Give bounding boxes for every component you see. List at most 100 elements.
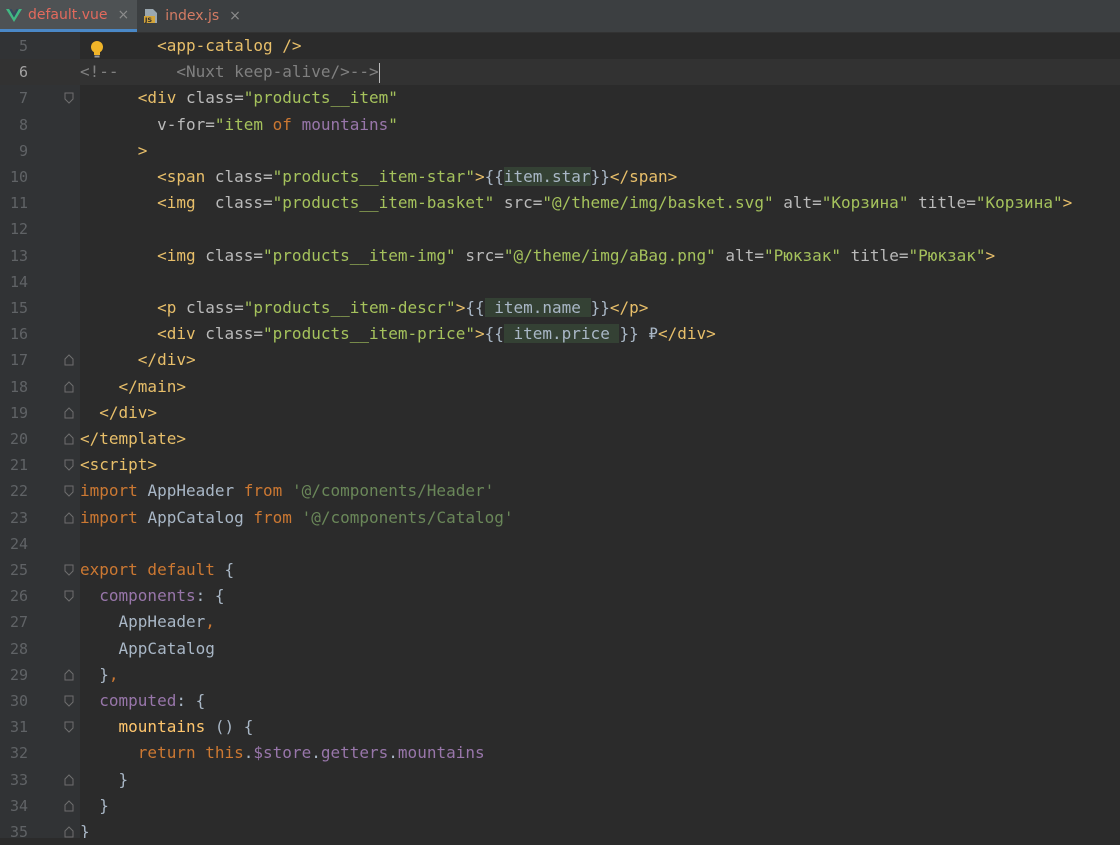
code-line[interactable]: 28 AppCatalog [0,636,1120,662]
code-line[interactable]: 31 mountains () { [0,714,1120,740]
code-line[interactable]: 5 <app-catalog /> [0,33,1120,59]
line-number: 16 [9,325,28,344]
code-token: > [455,298,466,317]
fold-marker-icon[interactable] [64,800,74,812]
tab-label: default.vue [28,6,108,23]
code-token: </main> [118,376,186,396]
code-line[interactable]: 26 components: { [0,583,1120,609]
code-line[interactable]: 6 <!-- <Nuxt keep-alive/>--> [0,59,1120,86]
code-line[interactable]: 33 } [0,767,1120,793]
code-token: star [552,167,591,186]
code-line[interactable]: 20 </template> [0,426,1120,452]
fold-marker-icon[interactable] [64,773,74,786]
code-line[interactable]: 27 AppHeader, [0,609,1120,635]
fold-marker-icon[interactable] [64,459,74,471]
code-line[interactable]: 10 <span class="products__item-star">{{i… [0,164,1120,190]
close-icon[interactable]: × [117,7,129,23]
fold-marker-icon[interactable] [64,826,74,838]
code-token: , [108,664,119,684]
code-token: of [272,114,292,134]
line-number: 34 [9,796,28,815]
code-line[interactable]: 30 computed: { [0,688,1120,714]
code-line[interactable]: 13 <img class="products__item-img" src="… [0,243,1120,269]
line-number: 10 [9,168,28,186]
line-number: 30 [9,692,28,710]
tab-default-vue[interactable]: default.vue × [0,0,138,32]
code-token: export default [80,560,225,579]
fold-marker-icon[interactable] [64,380,74,393]
fold-marker-icon[interactable] [64,485,74,498]
code-text: import AppHeader from '@/components/Head… [80,478,494,504]
code-token: getters [320,743,389,763]
code-token: "Рюкзак" [763,245,842,265]
code-token: <p [157,298,186,317]
code-token: '@/components/Catalog' [301,507,514,527]
code-line[interactable]: 12 [0,216,1120,242]
code-token: $store [253,743,312,763]
code-text: <script> [80,452,157,478]
code-token: }} [590,167,610,186]
code-token: </span> [609,167,678,186]
code-line[interactable]: 8 v-for="item of mountains" [0,112,1120,138]
code-text: > [80,138,148,164]
code-line[interactable]: 19 </div> [0,400,1120,426]
code-line[interactable]: 18 </main> [0,374,1120,400]
close-icon[interactable]: × [229,8,241,24]
code-line[interactable]: 16 <div class="products__item-price">{{ … [0,321,1120,347]
line-number: 21 [9,456,28,475]
line-number: 11 [9,194,28,213]
code-token: mountains [118,717,215,737]
code-line[interactable]: 29 }, [0,662,1120,688]
code-line[interactable]: 17 </div> [0,347,1120,373]
code-token: return this [137,743,244,763]
fold-marker-icon[interactable] [64,669,74,681]
fold-marker-icon[interactable] [64,695,74,707]
fold-marker-icon[interactable] [64,721,74,733]
code-token: } [99,795,109,815]
code-line[interactable]: 34 } [0,793,1120,819]
code-line[interactable]: 32 return this.$store.getters.mountains [0,740,1120,766]
fold-marker-icon[interactable] [64,92,74,105]
code-token: <app-catalog /> [157,36,302,55]
code-token: " [388,114,398,134]
tab-index-js[interactable]: JS index.js × [137,0,249,32]
code-text: </div> [80,400,157,426]
code-line[interactable]: 9 > [0,138,1120,164]
code-line[interactable]: 24 [0,531,1120,557]
code-token: "Корзина" [821,193,909,213]
code-token: <div [137,88,186,108]
line-number: 24 [9,534,28,553]
code-line[interactable]: 25 export default { [0,557,1120,583]
code-line[interactable]: 15 <p class="products__item-descr">{{ it… [0,295,1120,321]
code-token: . [311,743,321,763]
line-number: 20 [9,430,28,448]
line-number: 7 [18,89,28,108]
code-token: <img [157,245,206,265]
editor-tab-bar: default.vue × JS index.js × [0,0,1120,33]
fold-marker-icon[interactable] [64,511,74,524]
line-number: 23 [9,508,28,527]
code-line[interactable]: 7 <div class="products__item" [0,85,1120,111]
horizontal-scrollbar[interactable] [0,838,1120,844]
fold-marker-icon[interactable] [64,590,74,602]
code-line[interactable]: 21 <script> [0,452,1120,478]
code-token: }} [590,298,610,317]
code-line[interactable]: 11 <img class="products__item-basket" sr… [0,190,1120,216]
fold-marker-icon[interactable] [64,433,74,445]
code-text: export default { [80,557,234,583]
code-line[interactable]: 22 import AppHeader from '@/components/He… [0,478,1120,504]
fold-marker-icon[interactable] [64,354,74,366]
fold-marker-icon[interactable] [64,564,74,576]
line-number: 32 [9,744,28,763]
code-line[interactable]: 23 import AppCatalog from '@/components/C… [0,505,1120,531]
code-editor[interactable]: 5 <app-catalog /> 6 <!-- <Nuxt keep-alive/… [0,33,1120,844]
fold-marker-icon[interactable] [64,407,74,419]
code-line[interactable]: 14 [0,269,1120,295]
